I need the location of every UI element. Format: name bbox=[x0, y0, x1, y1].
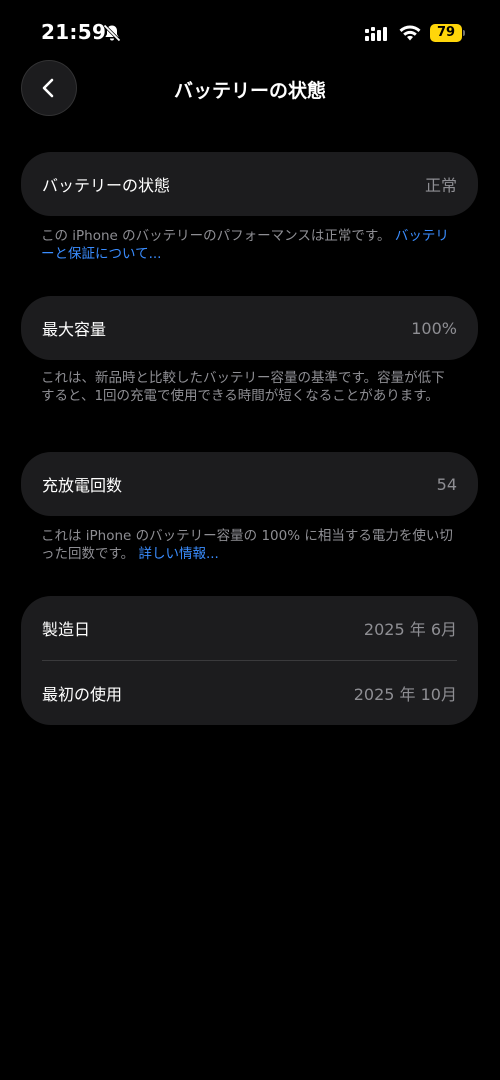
battery-health-row[interactable]: バッテリーの状態 正常 bbox=[21, 152, 478, 216]
battery-health-footnote-text: この iPhone のバッテリーのパフォーマンスは正常です。 bbox=[41, 228, 391, 244]
cycle-count-label: 充放電回数 bbox=[42, 476, 123, 495]
battery-health-value: 正常 bbox=[424, 176, 457, 195]
max-capacity-label: 最大容量 bbox=[42, 320, 107, 339]
max-capacity-card: 最大容量 100% bbox=[21, 296, 478, 360]
signal-icon bbox=[364, 26, 390, 42]
manufacture-date-label: 製造日 bbox=[42, 620, 91, 639]
max-capacity-footnote: これは、新品時と比較したバッテリー容量の基準です。容量が低下すると、1回の充電で… bbox=[41, 370, 445, 404]
cycle-count-footnote-text: これは iPhone のバッテリー容量の 100% に相当する電力を使い切った回… bbox=[41, 528, 453, 562]
status-bar: 21:59 79 bbox=[0, 0, 500, 64]
max-capacity-row: 最大容量 100% bbox=[21, 296, 478, 360]
first-use-label: 最初の使用 bbox=[42, 685, 123, 704]
wifi-icon bbox=[398, 23, 422, 43]
first-use-row: 最初の使用 2025 年 10月 bbox=[21, 661, 478, 725]
dates-card: 製造日 2025 年 6月 最初の使用 2025 年 10月 bbox=[21, 596, 478, 725]
bell-slash-icon bbox=[102, 23, 122, 43]
cycle-count-row: 充放電回数 54 bbox=[21, 452, 478, 516]
battery-health-card[interactable]: バッテリーの状態 正常 bbox=[21, 152, 478, 216]
battery-health-footnote: この iPhone のバッテリーのパフォーマンスは正常です。 バッテリーと保証に… bbox=[41, 227, 461, 263]
manufacture-date-value: 2025 年 6月 bbox=[363, 620, 457, 639]
manufacture-date-row: 製造日 2025 年 6月 bbox=[21, 596, 478, 660]
first-use-value: 2025 年 10月 bbox=[353, 685, 457, 704]
page-title: バッテリーの状態 bbox=[173, 80, 326, 102]
cycle-count-footnote: これは iPhone のバッテリー容量の 100% に相当する電力を使い切った回… bbox=[41, 527, 461, 563]
battery-icon: 79 bbox=[430, 24, 462, 42]
max-capacity-value: 100% bbox=[411, 318, 457, 338]
cycle-count-value: 54 bbox=[436, 474, 457, 494]
battery-tip bbox=[463, 30, 465, 36]
status-time: 21:59 bbox=[41, 20, 107, 44]
cycle-count-card: 充放電回数 54 bbox=[21, 452, 478, 516]
learn-more-link[interactable]: 詳しい情報... bbox=[138, 546, 218, 562]
battery-health-label: バッテリーの状態 bbox=[42, 176, 171, 195]
